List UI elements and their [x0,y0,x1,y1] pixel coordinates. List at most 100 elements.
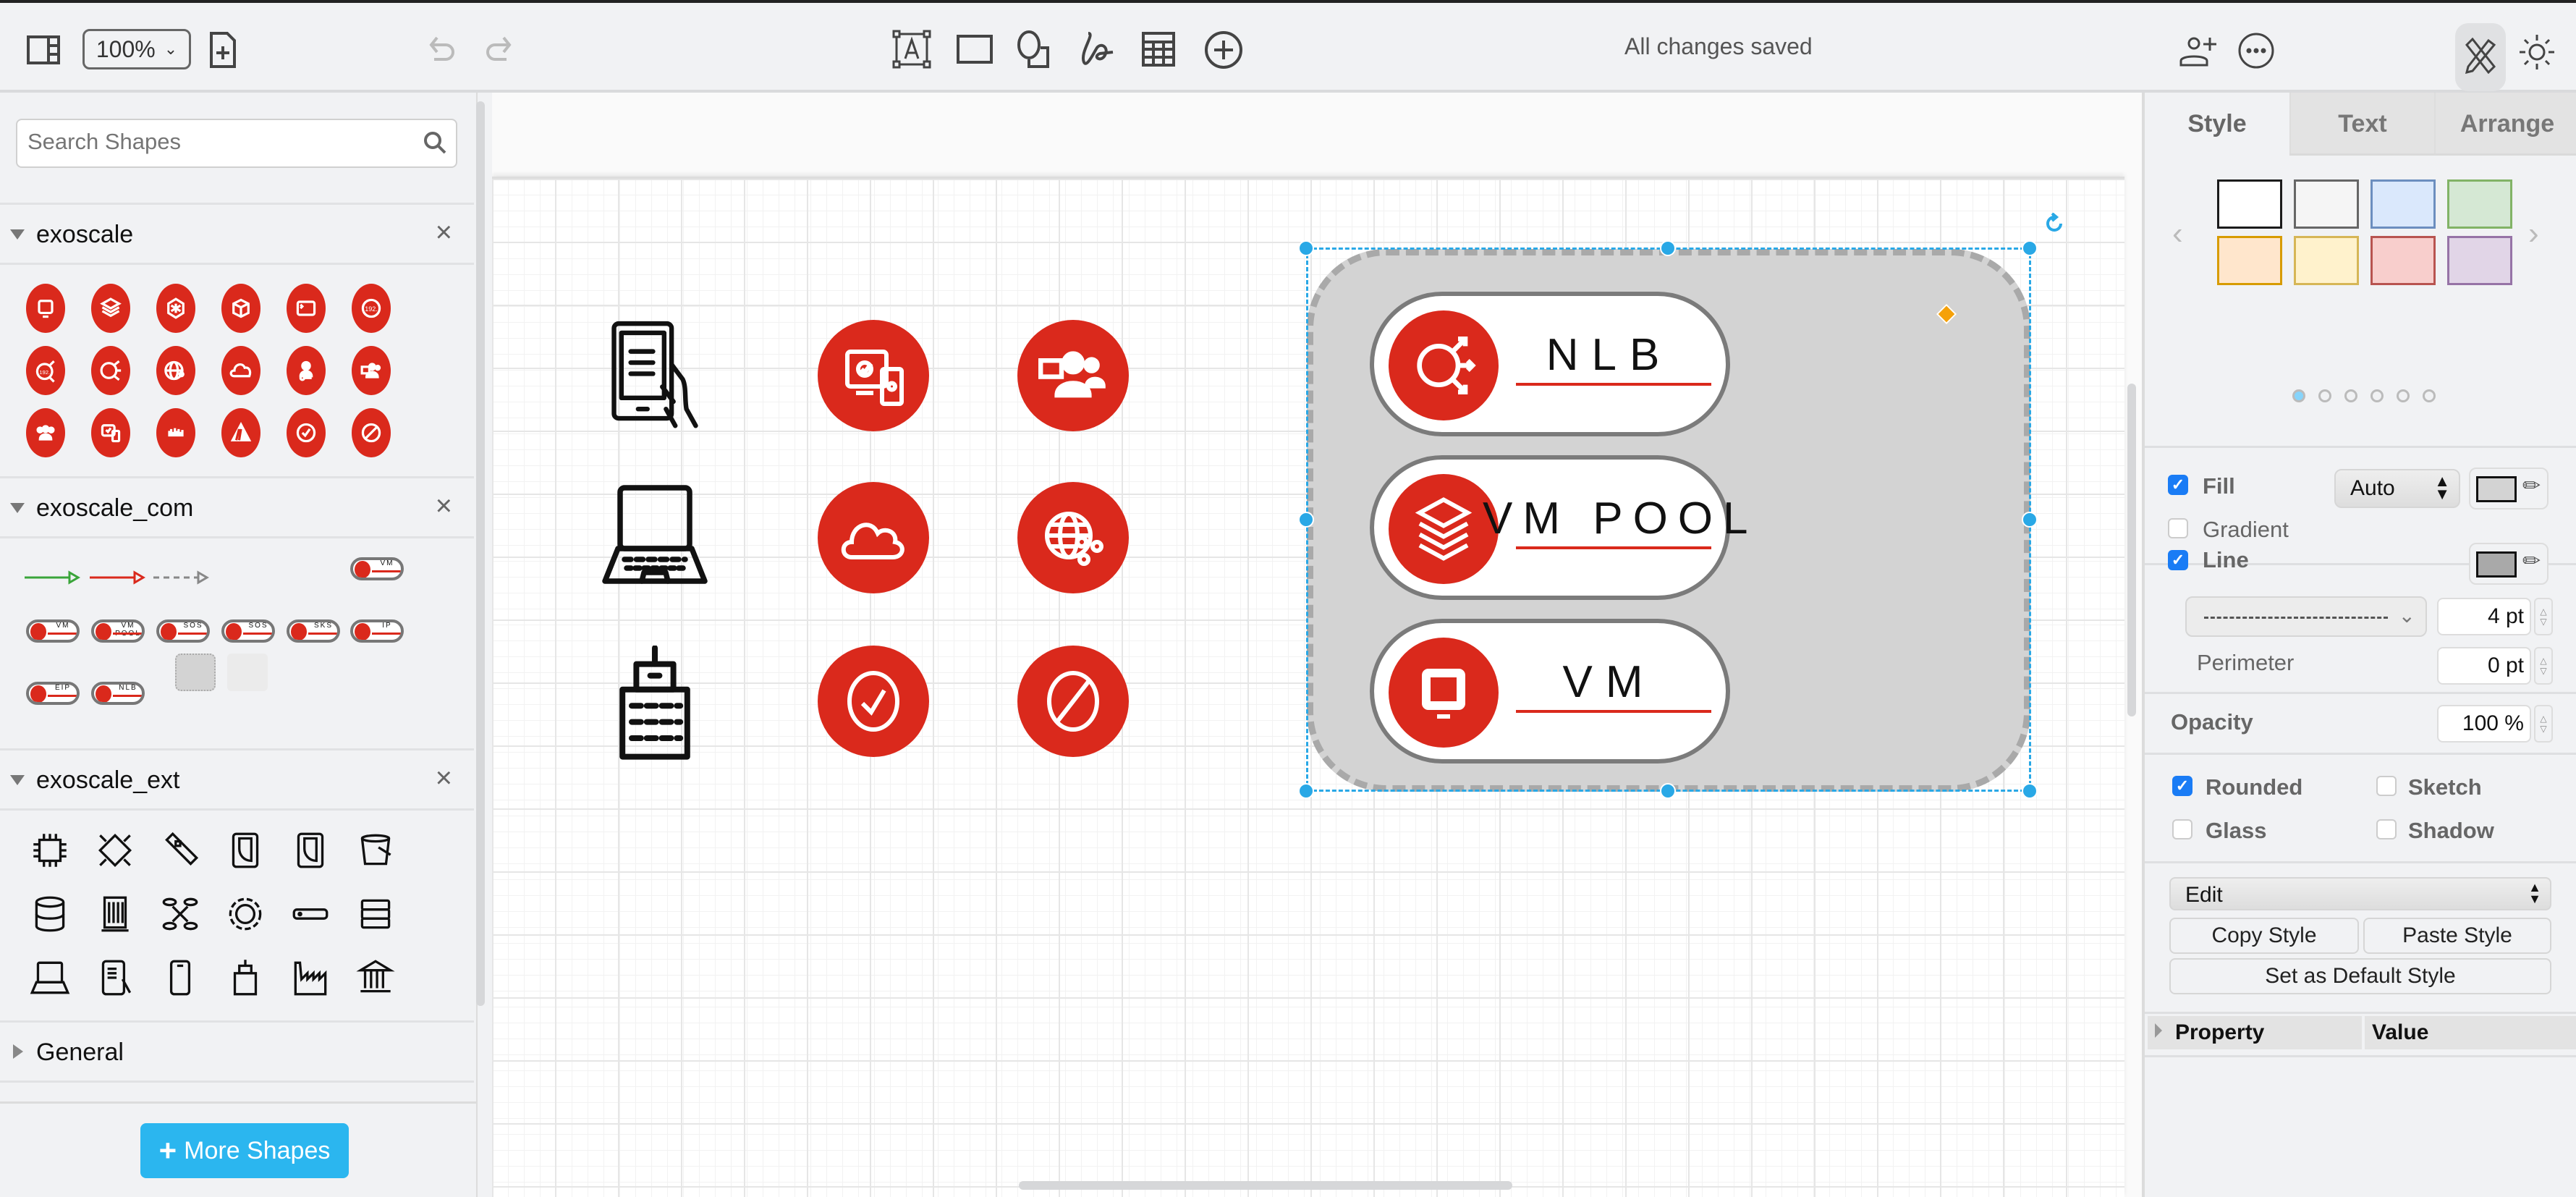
style-swatch[interactable] [2447,179,2512,229]
style-swatch[interactable] [2370,236,2436,285]
section-exoscale-ext[interactable]: exoscale_ext × [0,748,474,811]
resize-handle-ne[interactable] [2022,240,2038,256]
building-shape[interactable] [608,646,702,761]
terminal-shape-icon[interactable] [287,284,326,333]
chevron-left-icon[interactable]: ‹ [2172,216,2183,252]
style-swatch[interactable] [2217,179,2282,229]
tab-text[interactable]: Text [2289,93,2434,155]
laptop-shape[interactable] [601,479,709,588]
new-page-icon[interactable] [208,32,237,68]
pill-shape[interactable]: SKS [287,619,340,643]
format-panel-toggle[interactable] [2455,23,2506,91]
table-icon[interactable] [1142,32,1175,67]
undo-icon[interactable] [427,35,459,64]
rotate-handle-icon[interactable] [2043,212,2065,234]
block-shape[interactable] [1017,646,1129,757]
line-checkbox[interactable]: ✓ [2168,550,2188,570]
style-swatch[interactable] [2217,236,2282,285]
laptop-shape-icon[interactable] [25,952,75,1003]
nlb-shape-icon[interactable] [91,346,130,395]
devices-check-shape-icon[interactable] [91,408,130,457]
fill-checkbox[interactable]: ✓ [2168,475,2188,495]
section-general[interactable]: General [0,1020,474,1083]
network-shape-icon[interactable] [156,346,195,395]
panel-toggle-icon[interactable] [26,35,61,65]
swatch-page-dot[interactable] [2397,389,2410,402]
group-container[interactable]: NLB VM POOL VM [1307,249,2030,792]
block-shape-icon[interactable] [352,408,391,457]
building-shape-icon[interactable] [220,952,271,1003]
tab-arrange[interactable]: Arrange [2434,93,2576,155]
pill-shape[interactable]: EIP [26,682,80,705]
pill-shape[interactable]: SOS [221,619,275,643]
perimeter-stepper[interactable]: △ ▽ [2534,647,2553,685]
check-shape-icon[interactable] [287,408,326,457]
pill-shape[interactable]: NLB [91,682,145,705]
tablet-shape-icon[interactable] [90,952,140,1003]
gradient-checkbox[interactable] [2168,518,2188,538]
storage-shape-icon[interactable] [90,889,140,939]
style-swatch[interactable] [2294,236,2359,285]
nlb-pill[interactable]: NLB [1370,292,1730,436]
line-width-stepper[interactable]: △ ▽ [2534,598,2553,635]
style-swatch[interactable] [2370,179,2436,229]
check-shape[interactable] [818,646,929,757]
resize-handle-e[interactable] [2022,512,2038,528]
line-width-input[interactable]: 4 pt [2437,598,2531,635]
fill-mode-select[interactable]: Auto ▲ ▼ [2334,469,2460,508]
horizontal-scrollbar[interactable] [1019,1181,1512,1190]
edit-style-select[interactable]: Edit ▲ ▼ [2169,877,2551,910]
section-exoscale[interactable]: exoscale × [0,203,474,265]
db-cluster-shape-icon[interactable] [155,889,206,939]
sos-shape-icon[interactable] [221,284,260,333]
zoom-select[interactable]: 100% ⌄ [82,29,191,69]
eip-shape-icon[interactable]: 192. [26,346,65,395]
vertical-scrollbar[interactable] [2127,384,2136,716]
shapes-icon[interactable] [1016,30,1055,69]
search-input[interactable] [27,129,404,155]
shadow-checkbox[interactable] [2376,819,2397,839]
pill-shape[interactable]: VM [26,619,80,643]
hd-shape-icon[interactable] [220,825,271,876]
ssd-shape-icon[interactable] [285,825,336,876]
search-shapes[interactable] [16,119,457,168]
chevron-right-icon[interactable]: › [2528,216,2539,252]
tablet-shape[interactable] [601,320,709,431]
redo-icon[interactable] [482,35,514,64]
server-shape-icon[interactable] [285,889,336,939]
dashed-arrow-shape[interactable] [152,569,210,586]
plain-container-shape[interactable] [227,654,268,691]
ip-shape-icon[interactable]: 192. [352,284,391,333]
style-swatch[interactable] [2447,236,2512,285]
swatch-page-dot[interactable] [2318,389,2331,402]
green-arrow-shape[interactable] [23,569,81,586]
rounded-checkbox[interactable]: ✓ [2172,776,2192,796]
swatch-page-dot[interactable] [2423,389,2436,402]
search-icon[interactable] [423,130,447,158]
swatch-page-dot[interactable] [2292,389,2305,402]
paste-style-button[interactable]: Paste Style [2363,918,2551,954]
more-shapes-button[interactable]: + More Shapes [140,1123,349,1178]
bank-shape-icon[interactable] [350,952,401,1003]
vm-pool-pill[interactable]: VM POOL [1370,455,1748,600]
insert-icon[interactable] [1204,30,1243,69]
resize-handle-w[interactable] [1298,512,1314,528]
line-color-button[interactable]: ✏ [2469,543,2549,585]
sks-shape-icon[interactable] [156,284,195,333]
vm-shape-icon[interactable] [26,284,65,333]
triangle-shape-icon[interactable] [221,408,260,457]
factory-shape-icon[interactable] [285,952,336,1003]
resize-handle-nw[interactable] [1298,240,1314,256]
resize-handle-n[interactable] [1660,240,1676,256]
database-shape-icon[interactable] [25,889,75,939]
perimeter-input[interactable]: 0 pt [2437,647,2531,685]
server-rack-shape-icon[interactable] [350,889,401,939]
cloud-shape-icon[interactable] [221,346,260,395]
gpu-shape-icon[interactable] [90,825,140,876]
iam-shape-icon[interactable] [287,346,326,395]
text-icon[interactable] [891,29,932,69]
bucket-shape-icon[interactable] [350,825,401,876]
opacity-stepper[interactable]: △ ▽ [2534,705,2553,743]
pill-shape[interactable]: IP [350,619,404,643]
phone-shape-icon[interactable] [155,952,206,1003]
